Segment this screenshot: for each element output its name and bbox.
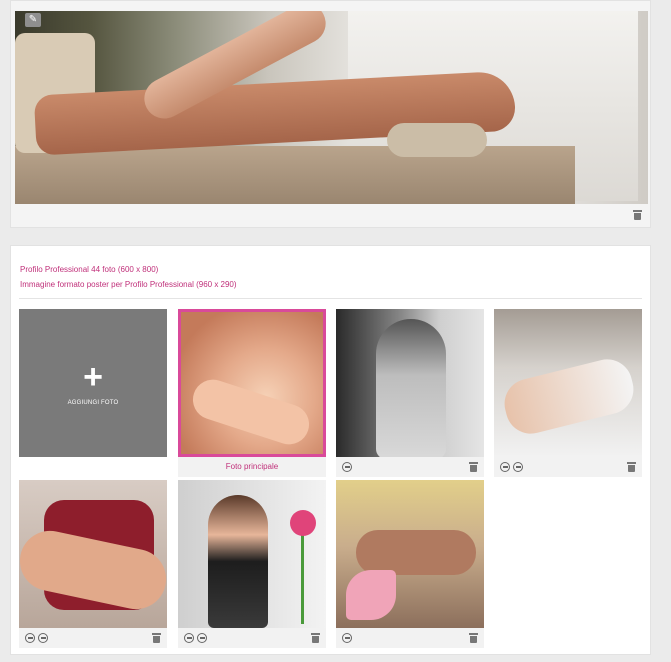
photo-thumbnail[interactable] [336,309,484,457]
info-line-photo-count: Profilo Professional 44 foto (600 x 800) [20,265,159,274]
photo-toolbar [494,457,642,477]
photo-thumbnail[interactable] [336,480,484,628]
photo-tile[interactable] [336,309,484,477]
edit-icon[interactable]: ✎ [25,13,41,27]
divider [19,298,642,299]
minus-circle-icon[interactable] [500,462,510,472]
photo-toolbar [336,457,484,477]
main-photo-label: Foto principale [225,462,279,471]
photo-toolbar [19,628,167,648]
info-line-poster-format: Immagine formato poster per Profilo Prof… [20,280,237,289]
trash-icon[interactable] [633,210,642,220]
gallery-card: Profilo Professional 44 foto (600 x 800)… [10,245,651,655]
add-photo-tile[interactable]: + AGGIUNGI FOTO [19,309,167,457]
minus-circle-icon[interactable] [342,462,352,472]
minus-circle-icon[interactable] [184,633,194,643]
add-photo-button[interactable]: + AGGIUNGI FOTO [19,309,167,457]
minus-circle-icon[interactable] [513,462,523,472]
poster-card: ✎ [10,0,651,228]
plus-icon: + [83,358,103,396]
photo-thumbnail[interactable] [19,480,167,628]
minus-circle-icon[interactable] [342,633,352,643]
photo-toolbar [336,628,484,648]
minus-circle-icon[interactable] [38,633,48,643]
photo-thumbnail[interactable] [178,309,326,457]
trash-icon[interactable] [469,633,478,643]
trash-icon[interactable] [469,462,478,472]
photo-tile[interactable] [178,480,326,648]
gallery-info: Profilo Professional 44 foto (600 x 800)… [20,262,237,292]
add-photo-label: AGGIUNGI FOTO [67,400,119,406]
trash-icon[interactable] [152,633,161,643]
poster-image [15,11,648,204]
photo-tile[interactable] [494,309,642,477]
minus-circle-icon[interactable] [25,633,35,643]
photo-thumbnail[interactable] [494,309,642,457]
photo-thumbnail[interactable] [178,480,326,628]
trash-icon[interactable] [311,633,320,643]
photo-toolbar [178,628,326,648]
photo-tile[interactable] [336,480,484,648]
trash-icon[interactable] [627,462,636,472]
photo-tile[interactable] [19,480,167,648]
photo-tile-main[interactable]: Foto principale [178,309,326,477]
minus-circle-icon[interactable] [197,633,207,643]
